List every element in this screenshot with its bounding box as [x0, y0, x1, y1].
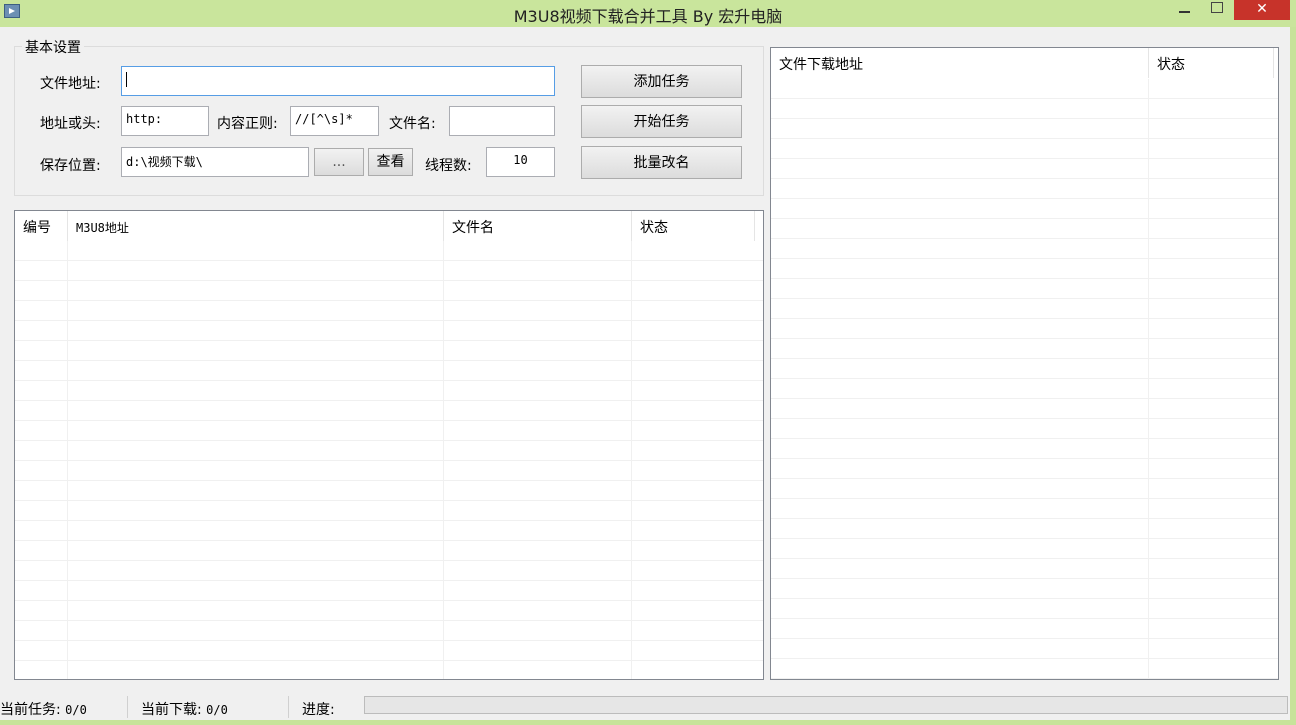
threads-label: 线程数:: [425, 158, 472, 174]
column-file-download-url[interactable]: 文件下载地址: [771, 48, 1149, 78]
task-list[interactable]: 编号 M3U8地址 文件名 状态: [14, 210, 764, 680]
current-download-status: 当前下载: 0/0: [141, 699, 228, 719]
regex-input[interactable]: //[^\s]*: [290, 106, 379, 136]
current-task-status: 当前任务: 0/0: [0, 699, 87, 719]
file-url-input[interactable]: [121, 66, 555, 96]
column-m3u8-url[interactable]: M3U8地址: [68, 211, 444, 241]
save-location-label: 保存位置:: [40, 158, 101, 174]
current-download-value: 0/0: [206, 703, 228, 717]
window-title: M3U8视频下载合并工具 By 宏升电脑: [513, 7, 783, 26]
close-icon: ✕: [1256, 1, 1268, 17]
file-list-rows: [771, 79, 1278, 679]
text-caret: [126, 72, 127, 87]
batch-rename-button[interactable]: 批量改名: [581, 146, 742, 179]
current-task-label: 当前任务:: [0, 702, 61, 718]
url-head-label: 地址或头:: [40, 116, 101, 132]
column-filename[interactable]: 文件名: [444, 211, 632, 241]
column-status[interactable]: 状态: [632, 211, 755, 241]
column-number[interactable]: 编号: [15, 211, 68, 241]
save-location-input[interactable]: d:\视频下载\: [121, 147, 309, 177]
start-task-button[interactable]: 开始任务: [581, 105, 742, 138]
file-download-list[interactable]: 文件下载地址 状态: [770, 47, 1279, 680]
column-file-status[interactable]: 状态: [1149, 48, 1274, 78]
add-task-button[interactable]: 添加任务: [581, 65, 742, 98]
progress-bar: [364, 696, 1288, 714]
file-list-header: 文件下载地址 状态: [771, 48, 1278, 78]
status-bar: 当前任务: 0/0 当前下载: 0/0 进度:: [0, 694, 1290, 720]
url-head-input[interactable]: http:: [121, 106, 209, 136]
current-download-label: 当前下载:: [141, 702, 202, 718]
minimize-button[interactable]: [1172, 0, 1198, 20]
filename-label: 文件名:: [389, 116, 436, 132]
file-url-label: 文件地址:: [40, 76, 101, 92]
current-task-value: 0/0: [65, 703, 87, 717]
basic-settings-title: 基本设置: [22, 37, 84, 57]
main-window-body: 基本设置 文件地址: 地址或头: http: 内容正则: //[^\s]* 文件…: [0, 27, 1290, 720]
task-list-rows: [15, 241, 763, 679]
progress-label: 进度:: [302, 702, 335, 718]
threads-input[interactable]: 10: [486, 147, 555, 177]
title-bar: M3U8视频下载合并工具 By 宏升电脑 ✕: [0, 0, 1296, 27]
filename-input[interactable]: [449, 106, 555, 136]
regex-label: 内容正则:: [217, 116, 278, 132]
close-button[interactable]: ✕: [1234, 0, 1290, 20]
maximize-button[interactable]: [1204, 0, 1228, 20]
browse-button[interactable]: ...: [314, 148, 364, 176]
view-button[interactable]: 查看: [368, 148, 413, 176]
task-list-header: 编号 M3U8地址 文件名 状态: [15, 211, 763, 241]
